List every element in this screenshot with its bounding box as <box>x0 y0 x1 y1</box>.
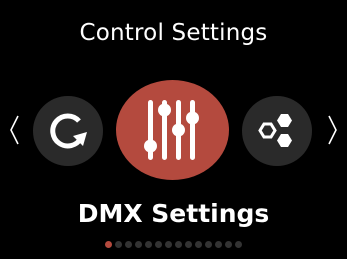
page-dot[interactable] <box>155 241 162 248</box>
page-dot[interactable] <box>215 241 222 248</box>
sliders-icon <box>116 80 229 180</box>
page-dot[interactable] <box>185 241 192 248</box>
page-dot[interactable] <box>125 241 132 248</box>
carousel-item-previous[interactable] <box>33 96 103 166</box>
page-dot[interactable] <box>145 241 152 248</box>
carousel-item-next[interactable] <box>242 96 312 166</box>
current-item-label: DMX Settings <box>77 199 270 228</box>
page-indicator <box>0 241 347 248</box>
page-dot[interactable] <box>225 241 232 248</box>
chevron-left-icon <box>10 115 19 145</box>
page-dot[interactable] <box>115 241 122 248</box>
page-dot[interactable] <box>175 241 182 248</box>
page-dot[interactable] <box>135 241 142 248</box>
page-dot[interactable] <box>235 241 242 248</box>
previous-arrow-button[interactable] <box>8 114 20 146</box>
control-settings-screen: Control Settings DMX Settings <box>0 0 347 259</box>
page-title: Control Settings <box>79 20 268 46</box>
refresh-icon <box>50 113 87 149</box>
hexagons-icon <box>258 114 292 147</box>
page-dot[interactable] <box>165 241 172 248</box>
next-arrow-button[interactable] <box>327 114 339 146</box>
page-dot[interactable] <box>195 241 202 248</box>
page-dot[interactable] <box>105 241 112 248</box>
chevron-right-icon <box>328 115 337 145</box>
carousel-item-current[interactable] <box>116 80 229 180</box>
page-dot[interactable] <box>205 241 212 248</box>
